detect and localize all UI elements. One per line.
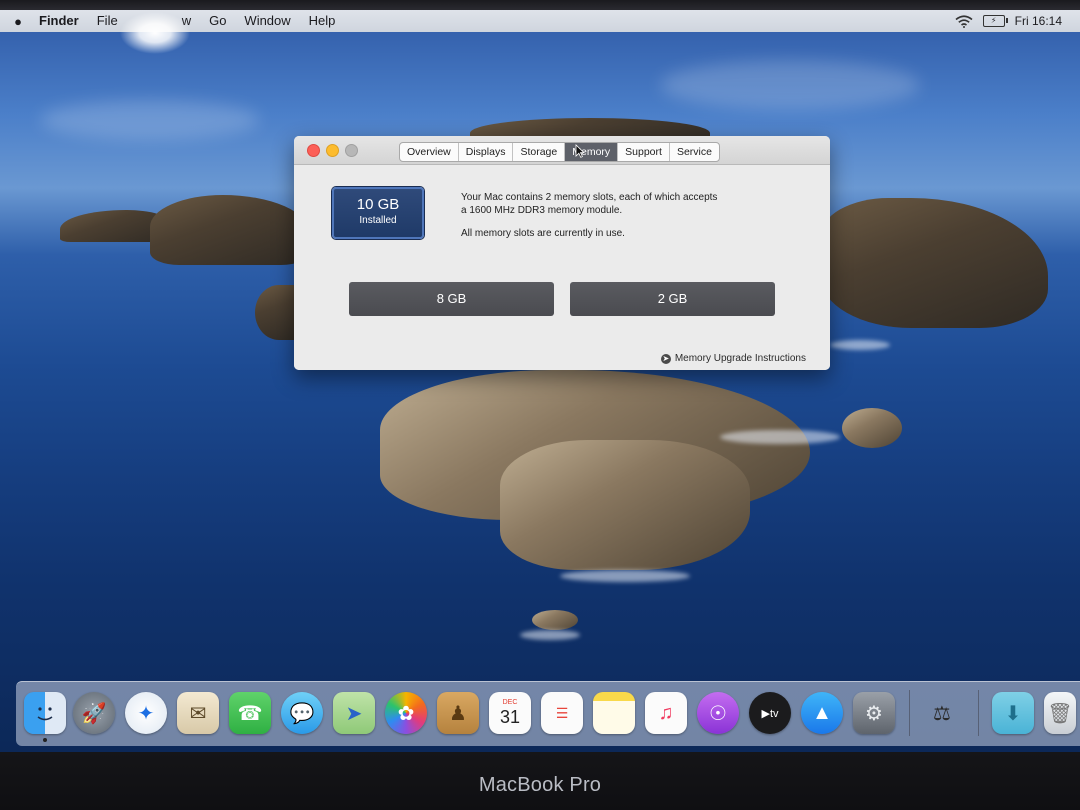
dock-separator	[978, 690, 979, 736]
calendar-day: 31	[499, 707, 521, 727]
dock-separator	[909, 690, 910, 736]
finder-icon[interactable]	[24, 692, 66, 734]
tab-support[interactable]: Support	[618, 143, 670, 161]
system-information-icon[interactable]: ⚖	[921, 692, 963, 734]
screen-bezel-top	[0, 0, 1080, 10]
menu-extras: ⚡ Fri 16:14	[955, 14, 1080, 28]
wallpaper-rock	[532, 610, 578, 630]
maps-icon[interactable]: ➤	[333, 692, 375, 734]
menu-finder[interactable]: Finder	[30, 10, 88, 32]
cloud	[40, 100, 260, 140]
launchpad-icon[interactable]: 🚀	[73, 692, 115, 734]
dock: 🚀 ✦ ✉ ☎ 💬 ➤ ✿ ♟ DEC 31 ☰ ♫ ☉ ▶tv ▲ ⚙ ⚖ ⬇…	[16, 681, 1080, 746]
menu-clock[interactable]: Fri 16:14	[1015, 14, 1062, 28]
tab-overview[interactable]: Overview	[400, 143, 459, 161]
arrow-right-icon: ➤	[660, 353, 671, 364]
wallpaper-foam	[720, 430, 840, 444]
wallpaper-foam	[830, 340, 890, 350]
app-store-icon[interactable]: ▲	[801, 692, 843, 734]
tab-bar: Overview Displays Storage Memory Support…	[399, 142, 720, 162]
close-button[interactable]	[307, 144, 320, 157]
tab-service[interactable]: Service	[670, 143, 719, 161]
menu-window[interactable]: Window	[235, 10, 299, 32]
menu-go[interactable]: Go	[200, 10, 235, 32]
zoom-button[interactable]	[345, 144, 358, 157]
about-this-mac-window: Overview Displays Storage Memory Support…	[294, 136, 830, 370]
wallpaper-rock	[500, 440, 750, 570]
tab-memory[interactable]: Memory	[565, 143, 619, 161]
tv-icon[interactable]: ▶tv	[749, 692, 791, 734]
memory-slot-2: 2 GB	[570, 282, 775, 316]
minimize-button[interactable]	[326, 144, 339, 157]
calendar-icon[interactable]: DEC 31	[489, 692, 531, 734]
installed-memory-label: Installed	[359, 215, 397, 226]
window-titlebar[interactable]: Overview Displays Storage Memory Support…	[294, 136, 830, 165]
memory-panel: 10 GB Installed Your Mac contains 2 memo…	[294, 165, 830, 370]
facetime-icon[interactable]: ☎	[229, 692, 271, 734]
tab-storage[interactable]: Storage	[513, 143, 566, 161]
menu-help[interactable]: Help	[300, 10, 345, 32]
wallpaper-island	[820, 198, 1048, 328]
wifi-icon[interactable]	[955, 14, 973, 28]
tab-displays[interactable]: Displays	[459, 143, 514, 161]
reminders-icon[interactable]: ☰	[541, 692, 583, 734]
finder-running-indicator	[43, 738, 47, 742]
memory-upgrade-link[interactable]: ➤ Memory Upgrade Instructions	[660, 353, 806, 364]
wallpaper-foam	[560, 570, 690, 582]
memory-info-line: a 1600 MHz DDR3 memory module.	[461, 205, 623, 216]
downloads-folder-icon[interactable]: ⬇	[992, 692, 1034, 734]
podcasts-icon[interactable]: ☉	[697, 692, 739, 734]
music-icon[interactable]: ♫	[645, 692, 687, 734]
safari-icon[interactable]: ✦	[125, 692, 167, 734]
memory-slot-1: 8 GB	[349, 282, 554, 316]
notes-icon[interactable]	[593, 692, 635, 734]
memory-info-line: Your Mac contains 2 memory slots, each o…	[461, 192, 718, 203]
macbook-pro-logo: MacBook Pro	[478, 774, 602, 796]
apple-menu-icon[interactable]: ●	[6, 14, 30, 29]
wallpaper-rock	[842, 408, 902, 448]
mail-stamp-icon[interactable]: ✉	[177, 692, 219, 734]
messages-icon[interactable]: 💬	[281, 692, 323, 734]
installed-memory-badge: 10 GB Installed	[332, 187, 424, 239]
memory-upgrade-label: Memory Upgrade Instructions	[674, 353, 806, 364]
trash-icon[interactable]: 🗑	[1044, 692, 1076, 734]
mouse-pointer-icon	[575, 144, 585, 158]
system-preferences-icon[interactable]: ⚙	[853, 692, 895, 734]
wallpaper-island	[150, 195, 310, 265]
screen-glare	[120, 12, 190, 54]
battery-icon[interactable]: ⚡	[982, 15, 1008, 27]
contacts-icon[interactable]: ♟	[437, 692, 479, 734]
memory-slots-status: All memory slots are currently in use.	[461, 228, 625, 239]
cloud	[660, 60, 920, 110]
desktop: ● Finder File w Go Window Help ⚡ Fri 16:…	[0, 10, 1080, 752]
memory-info: Your Mac contains 2 memory slots, each o…	[461, 191, 771, 250]
installed-memory-size: 10 GB	[356, 196, 400, 213]
photos-icon[interactable]: ✿	[385, 692, 427, 734]
wallpaper-foam	[520, 630, 580, 640]
calendar-month: DEC	[502, 699, 518, 706]
